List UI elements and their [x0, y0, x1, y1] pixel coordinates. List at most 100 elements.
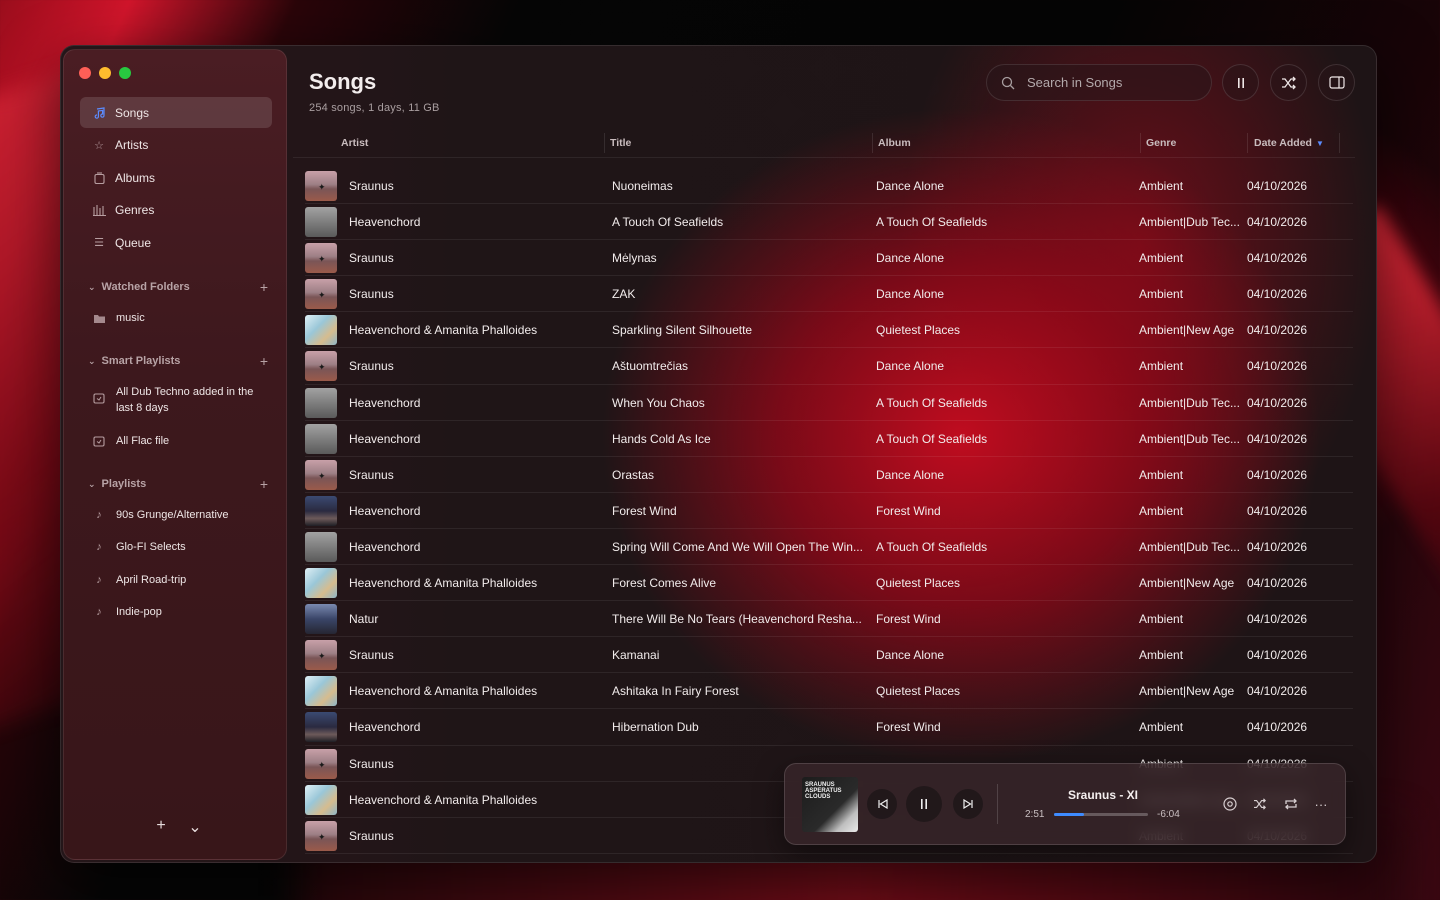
repeat-button[interactable] [1282, 795, 1300, 813]
table-row[interactable]: Heavenchord A Touch Of Seafields A Touch O… [305, 204, 1353, 241]
search-input[interactable] [1027, 75, 1187, 90]
close-window-button[interactable] [79, 67, 91, 79]
more-options-button[interactable]: ··· [1312, 795, 1330, 813]
add-playlist-button[interactable]: + [260, 476, 268, 492]
table-row[interactable]: ✦ Sraunus ZAK Dance Alone Ambient 04/10/2026 [305, 276, 1353, 313]
title-cell: Hands Cold As Ice [612, 431, 711, 446]
table-row[interactable]: ✦ Sraunus Nuoneimas Dance Alone Ambient 04/10… [305, 168, 1353, 205]
column-header-artist[interactable]: Artist [341, 137, 368, 149]
column-header-title[interactable]: Title [610, 137, 631, 149]
table-row[interactable]: Heavenchord Hands Cold As Ice A Touch Of S… [305, 421, 1353, 457]
playlist-item[interactable]: ♪ Glo-FI Selects [92, 539, 272, 555]
table-header: Artist Title Album Genre Date Added ▼ [293, 128, 1355, 158]
table-row[interactable]: ✦ Sraunus Mėlynas Dance Alone Ambient 04/10/2… [305, 240, 1353, 277]
sidebar-item-queue[interactable]: ☰ Queue [80, 227, 272, 258]
previous-track-button[interactable] [867, 789, 897, 819]
table-row[interactable]: Heavenchord Forest Wind Forest Wind Ambient… [305, 493, 1353, 529]
artist-cell: Sraunus [349, 179, 394, 193]
date-added-cell: 04/10/2026 [1247, 576, 1308, 591]
sidebar-item-artists[interactable]: ☆ Artists [80, 130, 272, 161]
table-row[interactable]: Natur There Will Be No Tears (Heavenchord… [305, 601, 1353, 638]
album-cell: Dance Alone [876, 179, 945, 193]
shuffle-button[interactable] [1251, 795, 1269, 813]
folder-item-music[interactable]: music [92, 310, 272, 326]
artist-cell: Heavenchord & Amanita Phalloides [349, 323, 538, 338]
sidebar-item-albums[interactable]: Albums [80, 162, 272, 193]
album-icon [92, 171, 106, 185]
album-cell: Dance Alone [876, 287, 945, 302]
chevron-down-icon: ⌄ [88, 355, 96, 366]
more-options-button[interactable]: ⌄ [186, 817, 204, 837]
genre-cell: Ambient [1139, 359, 1184, 374]
playlist-item[interactable]: ♪ Indie-pop [92, 604, 272, 620]
date-added-cell: 04/10/2026 [1247, 359, 1308, 374]
page-title: Songs [309, 69, 377, 94]
artist-cell: Heavenchord & Amanita Phalloides [349, 684, 538, 699]
table-row[interactable]: ✦ Sraunus Kamanai Dance Alone Ambient 04/10/2… [305, 637, 1353, 674]
remaining-time: -6:04 [1157, 809, 1180, 820]
smart-playlist-item[interactable]: All Flac file [92, 433, 272, 449]
table-row[interactable]: Heavenchord When You Chaos A Touch Of Seaf… [305, 385, 1353, 421]
target-icon [1223, 797, 1237, 811]
watched-folders-header[interactable]: ⌄ Watched Folders + [88, 278, 268, 296]
album-artwork [305, 315, 337, 346]
search-field[interactable] [986, 64, 1212, 101]
album-cell: Forest Wind [876, 503, 941, 518]
album-artwork [305, 676, 337, 707]
sidebar-item-genres[interactable]: Genres [80, 195, 272, 226]
album-cell: A Touch Of Seafields [876, 431, 988, 446]
title-cell: Nuoneimas [612, 179, 673, 193]
folder-icon [92, 311, 106, 325]
table-row[interactable]: Heavenchord & Amanita Phalloides Ashitaka… [305, 673, 1353, 710]
add-folder-button[interactable]: + [260, 279, 268, 295]
figure-icon: ✦ [318, 651, 326, 662]
column-divider [1140, 133, 1141, 153]
pause-button[interactable] [1222, 64, 1259, 101]
table-row[interactable]: Heavenchord Hibernation Dub Forest Wind Amb… [305, 709, 1353, 746]
column-header-date-added[interactable]: Date Added ▼ [1254, 137, 1324, 149]
minimize-window-button[interactable] [99, 67, 111, 79]
column-divider [1339, 133, 1340, 153]
playlist-item[interactable]: ♪ April Road-trip [92, 572, 272, 588]
play-pause-button[interactable] [906, 786, 942, 822]
table-row[interactable]: ✦ Sraunus Orastas Dance Alone Ambient 04/10/2… [305, 457, 1353, 493]
add-button[interactable]: + [152, 817, 170, 837]
table-row[interactable]: Heavenchord & Amanita Phalloides Forest C… [305, 565, 1353, 602]
zoom-window-button[interactable] [119, 67, 131, 79]
table-row[interactable]: Heavenchord Spring Will Come And We Will … [305, 529, 1353, 566]
date-added-cell: 04/10/2026 [1247, 431, 1308, 446]
playlists-header[interactable]: ⌄ Playlists + [88, 475, 268, 493]
playlist-label: Indie-pop [116, 606, 162, 618]
album-artwork [305, 531, 337, 562]
lyrics-button[interactable] [1221, 795, 1239, 813]
next-track-button[interactable] [953, 789, 983, 819]
column-header-genre[interactable]: Genre [1146, 137, 1176, 149]
title-cell: Hibernation Dub [612, 720, 699, 735]
sidebar-item-songs[interactable]: Songs [80, 97, 272, 128]
smart-playlist-item[interactable]: All Dub Techno added in the last 8 days [92, 384, 272, 416]
sidebar-item-label: Genres [115, 203, 155, 217]
smart-playlist-label: All Dub Techno added in the last 8 days [116, 386, 254, 414]
smart-playlists-header[interactable]: ⌄ Smart Playlists + [88, 352, 268, 370]
sidebar-nav: Songs ☆ Artists Albums Genres ☰ Queue [80, 97, 272, 260]
note-icon: ♪ [96, 509, 102, 521]
now-playing-artwork: SRAUNUS ASPERATUS CLOUDS [802, 777, 858, 832]
genre-cell: Ambient [1139, 179, 1184, 193]
toggle-panel-button[interactable] [1318, 64, 1355, 101]
genre-cell: Ambient [1139, 251, 1184, 266]
table-row[interactable]: Heavenchord & Amanita Phalloides Sparklin… [305, 312, 1353, 349]
date-added-cell: 04/10/2026 [1247, 684, 1308, 699]
sidebar-item-label: Queue [115, 235, 152, 250]
playlist-item[interactable]: ♪ 90s Grunge/Alternative [92, 507, 272, 523]
title-cell: Forest Wind [612, 503, 677, 518]
date-added-cell: 04/10/2026 [1247, 720, 1308, 735]
add-smart-playlist-button[interactable]: + [260, 353, 268, 369]
table-row[interactable]: ✦ Sraunus Aštuomtrečias Dance Alone Ambient 0… [305, 348, 1353, 385]
album-cell: Dance Alone [876, 467, 945, 482]
album-cell: Dance Alone [876, 251, 945, 266]
album-artwork: ✦ [305, 171, 337, 201]
column-header-album[interactable]: Album [878, 137, 911, 149]
progress-bar[interactable] [1054, 813, 1148, 816]
artist-cell: Sraunus [349, 648, 394, 663]
shuffle-button[interactable] [1270, 64, 1307, 101]
